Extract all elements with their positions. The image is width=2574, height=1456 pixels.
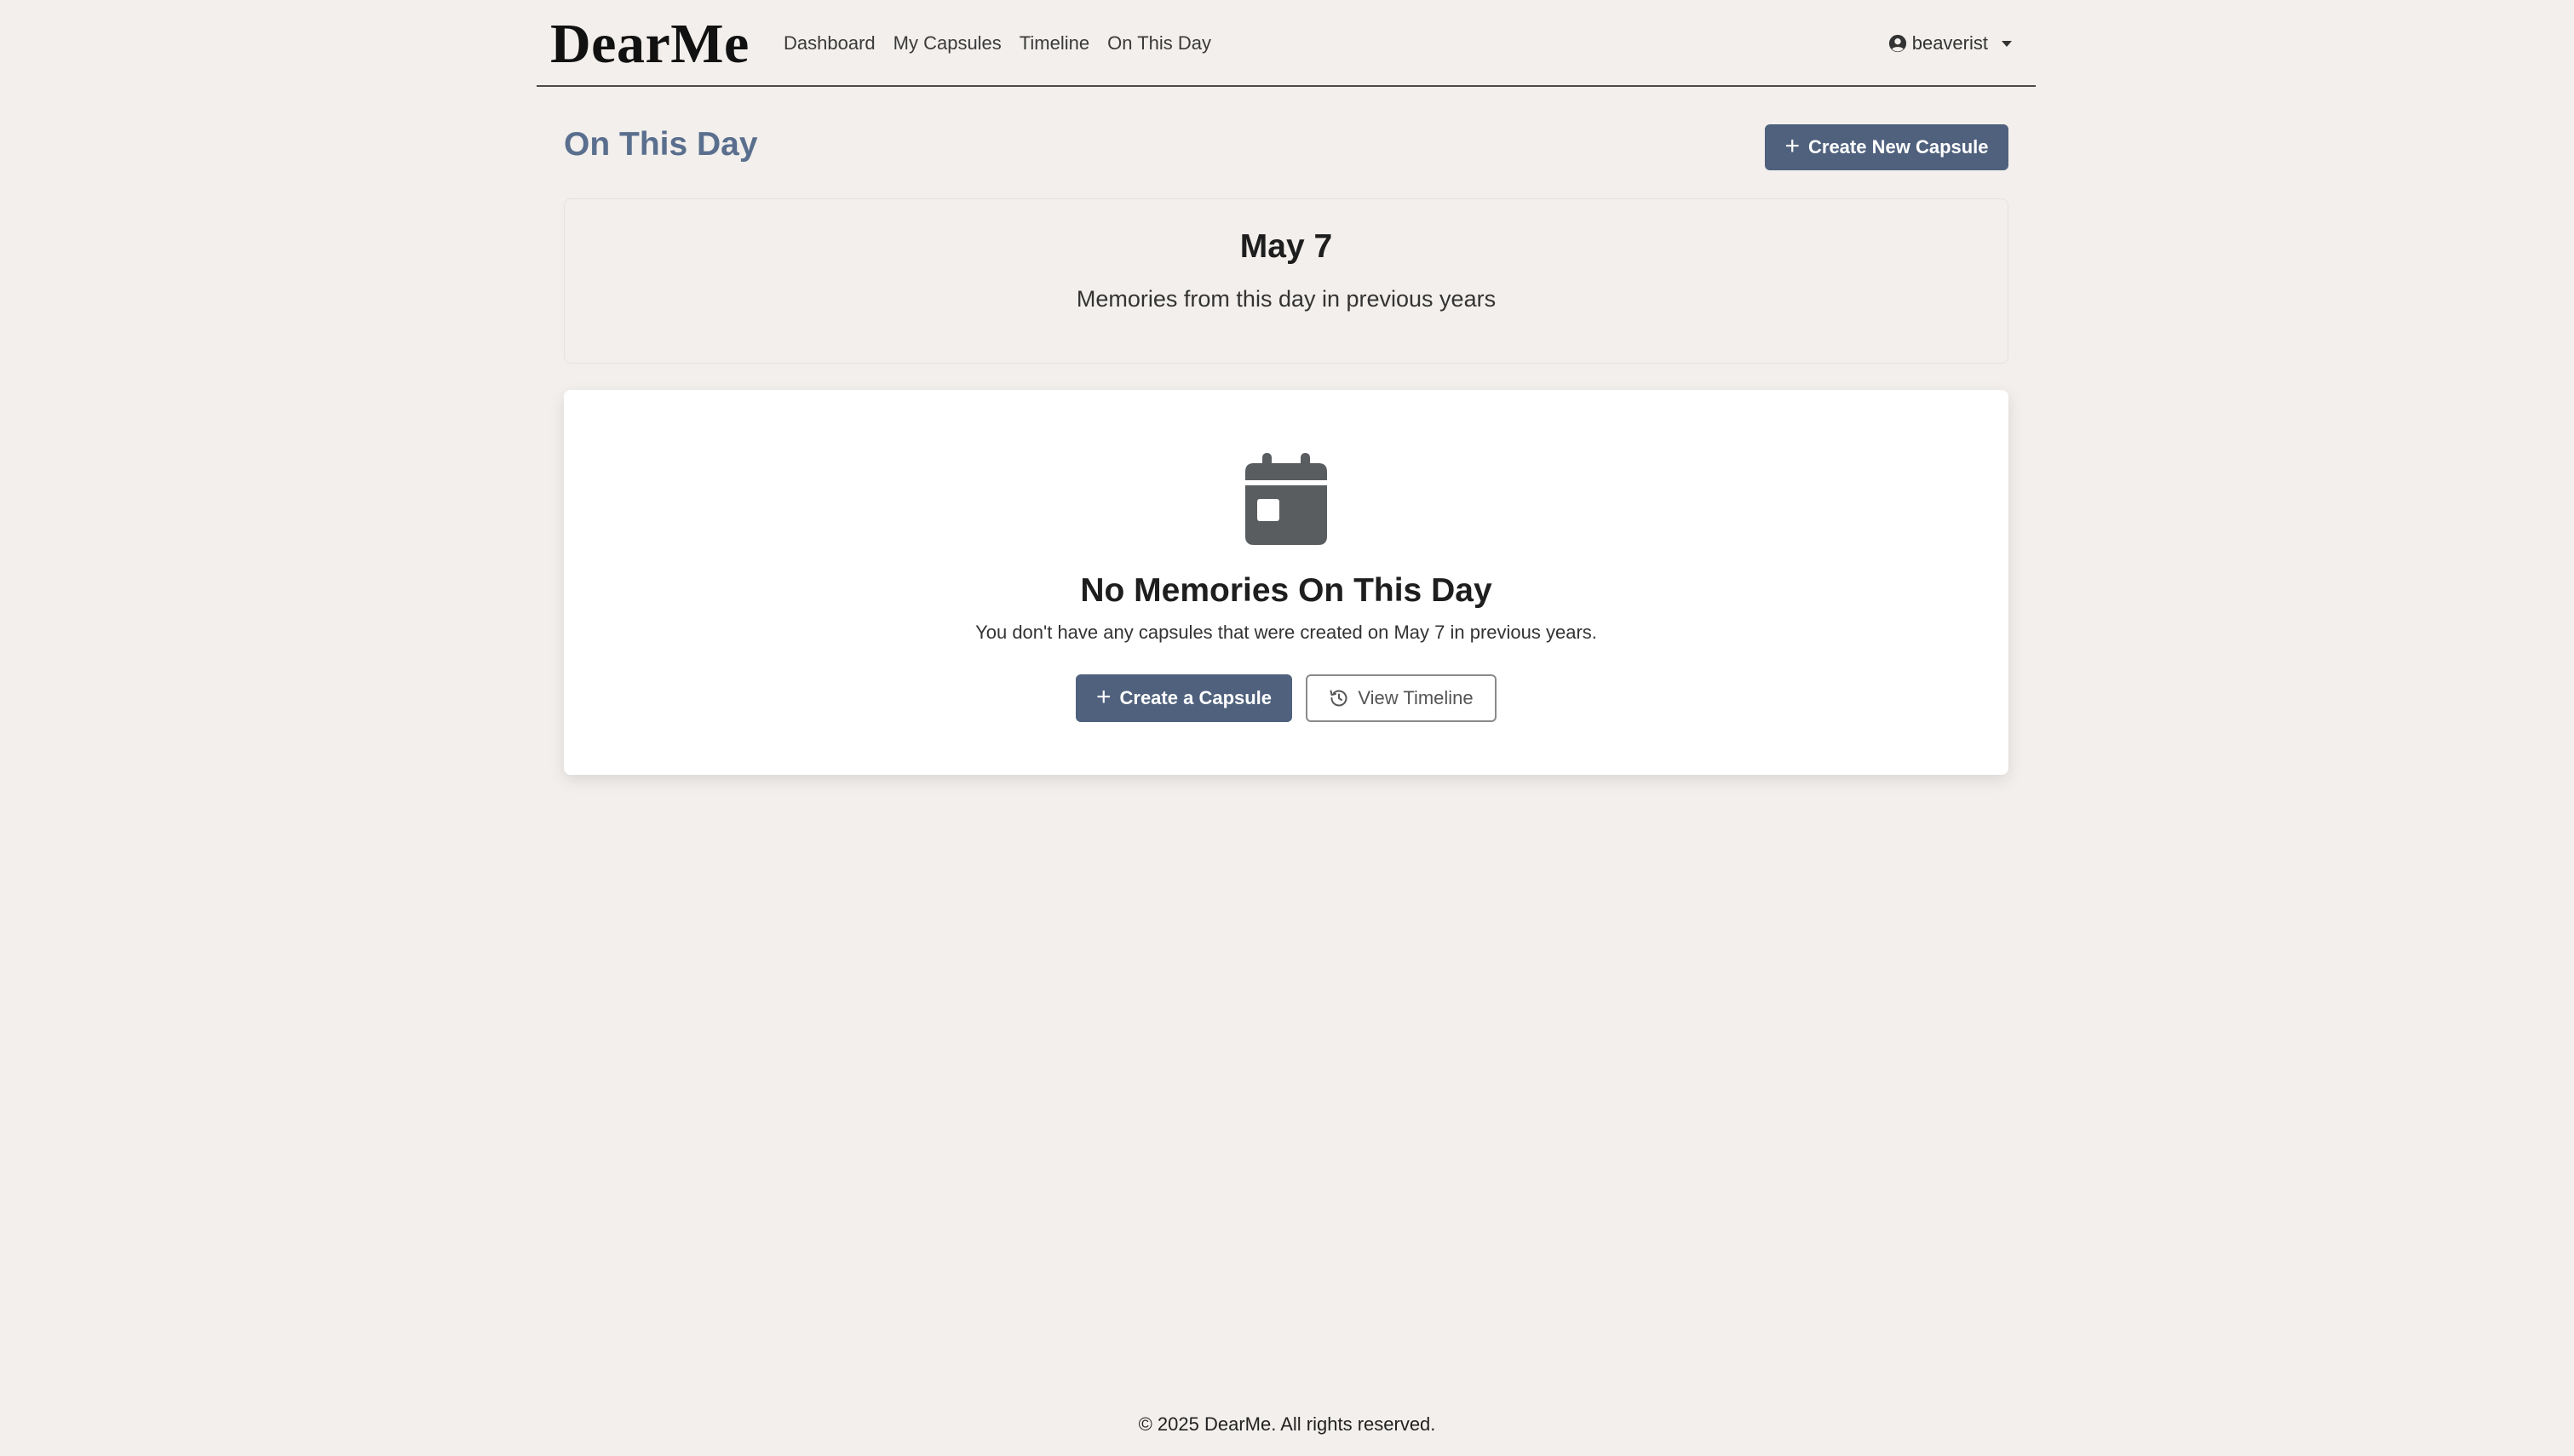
empty-state-title: No Memories On This Day: [1080, 572, 1492, 609]
create-capsule-button[interactable]: + Create a Capsule: [1076, 674, 1292, 722]
plus-icon: +: [1784, 131, 1800, 160]
top-navbar: DearMe Dashboard My Capsules Timeline On…: [537, 0, 2036, 87]
empty-state-card: No Memories On This Day You don't have a…: [564, 390, 2008, 775]
date-header-card: May 7 Memories from this day in previous…: [564, 198, 2008, 364]
plus-icon: +: [1095, 682, 1112, 711]
nav-link-timeline[interactable]: Timeline: [1020, 32, 1089, 54]
nav-link-on-this-day[interactable]: On This Day: [1107, 32, 1211, 54]
create-new-capsule-label: Create New Capsule: [1808, 136, 1989, 158]
nav-link-dashboard[interactable]: Dashboard: [784, 32, 876, 54]
page-title: On This Day: [564, 126, 758, 163]
username-label: beaverist: [1911, 32, 1988, 54]
create-capsule-label: Create a Capsule: [1119, 687, 1273, 708]
create-new-capsule-button[interactable]: + Create New Capsule: [1765, 124, 2008, 170]
date-subtitle: Memories from this day in previous years: [1076, 286, 1497, 312]
nav-links: Dashboard My Capsules Timeline On This D…: [784, 32, 1211, 54]
empty-state-message: You don't have any capsules that were cr…: [975, 622, 1597, 643]
date-title: May 7: [1239, 228, 1333, 265]
view-timeline-button[interactable]: View Timeline: [1306, 674, 1497, 722]
view-timeline-label: View Timeline: [1358, 687, 1474, 708]
brand-logo[interactable]: DearMe: [550, 12, 750, 77]
user-menu-dropdown[interactable]: beaverist: [1888, 32, 2012, 54]
history-icon: [1330, 690, 1347, 707]
nav-link-my-capsules[interactable]: My Capsules: [893, 32, 1002, 54]
footer-copyright: © 2025 DearMe. All rights reserved.: [1138, 1413, 1436, 1435]
calendar-icon: [1245, 453, 1327, 545]
user-circle-icon: [1888, 34, 1906, 53]
chevron-down-icon: [2002, 40, 2012, 47]
